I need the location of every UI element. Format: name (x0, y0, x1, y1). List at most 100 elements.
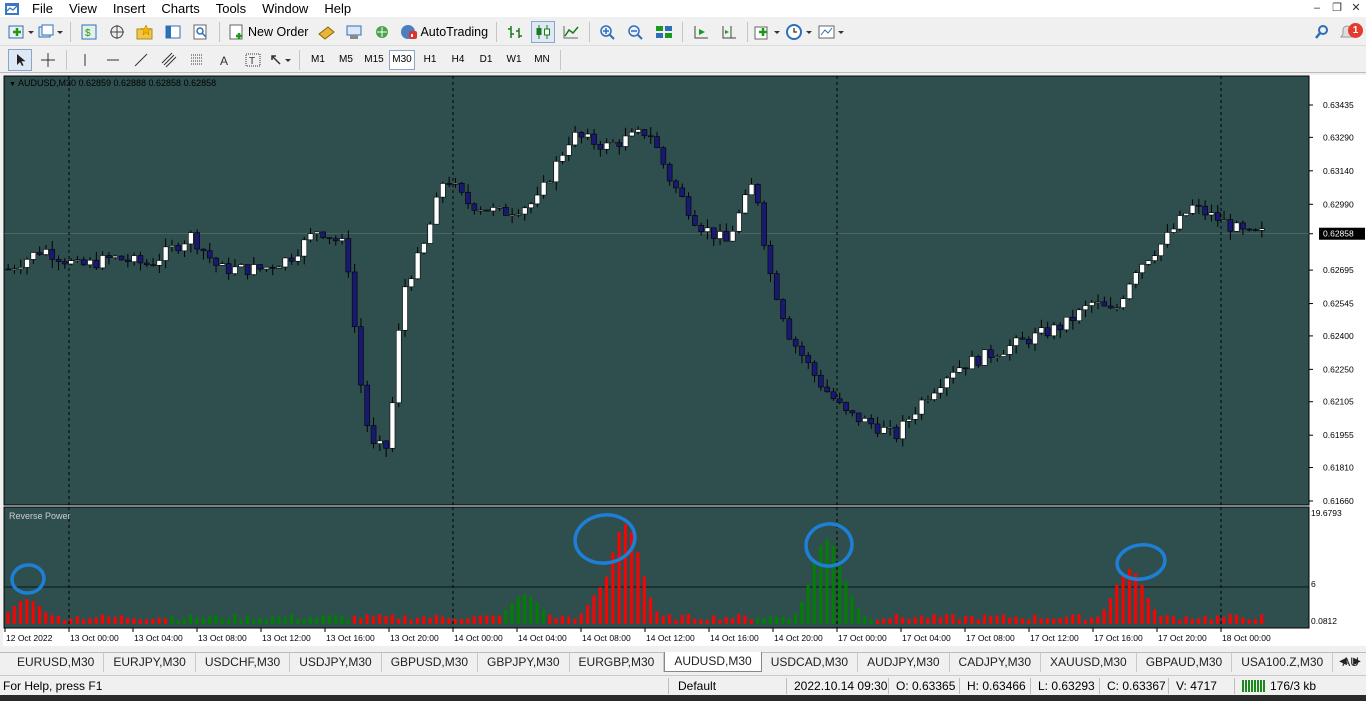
menu-window[interactable]: Window (256, 0, 318, 17)
tab-gbpjpy[interactable]: GBPJPY,M30 (478, 653, 570, 672)
trendline-button[interactable] (129, 49, 153, 71)
histogram-bar-red (1052, 618, 1056, 624)
vertical-line-button[interactable] (73, 49, 97, 71)
price-label: 0.62400 (1323, 331, 1354, 341)
histogram-bar-green (321, 615, 325, 624)
strategy-tester-button[interactable] (189, 21, 213, 43)
menu-view[interactable]: View (63, 0, 107, 17)
cursor-button[interactable] (8, 48, 32, 71)
autotrading-button[interactable]: AutoTrading (398, 21, 490, 43)
bull-candle (408, 278, 415, 288)
tab-gbpusd[interactable]: GBPUSD,M30 (382, 653, 479, 672)
bar-chart-button[interactable] (503, 21, 527, 43)
tab-usa100[interactable]: USA100.Z,M30 (1232, 653, 1334, 672)
chart-window[interactable]: 0.63435 0.63290 0.63140 0.62990 0.62858 0.626… (3, 75, 1366, 646)
menu-charts[interactable]: Charts (155, 0, 209, 17)
timeframe-h1[interactable]: H1 (417, 50, 443, 70)
fibonacci-button[interactable] (185, 49, 209, 71)
menu-insert[interactable]: Insert (107, 0, 156, 17)
tab-eurgbp[interactable]: EURGBP,M30 (570, 653, 665, 672)
zoom-in-button[interactable] (596, 21, 620, 43)
favorites-button[interactable] (133, 21, 157, 43)
line-chart-button[interactable] (559, 21, 583, 43)
bear-candle (225, 263, 232, 274)
tab-usdjpy[interactable]: USDJPY,M30 (290, 653, 382, 672)
collapse-arrow-icon[interactable]: ▼ (9, 81, 16, 88)
text-label-button[interactable]: T (241, 49, 265, 71)
timeframe-m1[interactable]: M1 (305, 50, 331, 70)
timeframe-mn[interactable]: MN (529, 50, 555, 70)
timeframe-h4[interactable]: H4 (445, 50, 471, 70)
menu-file[interactable]: File (26, 0, 63, 17)
tab-usdcad[interactable]: USDCAD,M30 (762, 653, 859, 672)
indicators-button[interactable] (754, 21, 782, 43)
market-watch-button[interactable]: $ (77, 21, 101, 43)
data-window-button[interactable] (161, 21, 185, 43)
arrows-button[interactable] (269, 49, 293, 71)
templates-button[interactable] (818, 21, 846, 43)
menu-tools[interactable]: Tools (210, 0, 256, 17)
equidistant-channel-button[interactable] (157, 49, 181, 71)
zoom-out-button[interactable] (624, 21, 648, 43)
bear-candle (206, 250, 213, 259)
chart-shift-button[interactable] (717, 21, 741, 43)
tab-eurjpy[interactable]: EURJPY,M30 (104, 653, 196, 672)
text-button[interactable]: A (213, 49, 237, 71)
profile-name[interactable]: Default (678, 679, 716, 693)
close-icon[interactable]: ✕ (1345, 0, 1366, 16)
tab-xauusd[interactable]: XAUUSD,M30 (1041, 653, 1137, 672)
candlestick-icon (536, 24, 551, 39)
candle-chart-button[interactable] (531, 20, 556, 43)
histogram-bar-red (1033, 614, 1037, 624)
tab-audusd[interactable]: AUDUSD,M30 (664, 652, 762, 672)
histogram-bar-green (327, 615, 331, 624)
timeframe-m5[interactable]: M5 (333, 50, 359, 70)
profiles-button[interactable] (38, 21, 64, 43)
bull-candle (238, 264, 245, 268)
auto-scroll-button[interactable] (689, 21, 713, 43)
indicator-plot-background (3, 506, 1310, 629)
histogram-bar-red (1222, 617, 1226, 624)
timeframe-m30[interactable]: M30 (389, 49, 415, 70)
new-order-label: New Order (248, 24, 309, 39)
histogram-bar-red (485, 615, 489, 624)
bull-candle (1189, 204, 1196, 214)
tab-usdchf[interactable]: USDCHF,M30 (196, 653, 291, 672)
tab-scroll-right-icon[interactable]: ▶ (1350, 652, 1364, 672)
tab-gbpaud[interactable]: GBPAUD,M30 (1137, 653, 1233, 672)
bull-candle (969, 356, 975, 370)
search-button[interactable] (1310, 21, 1334, 43)
tab-eurusd[interactable]: EURUSD,M30 (0, 653, 105, 672)
timeframe-d1[interactable]: D1 (473, 50, 499, 70)
tab-scroll-left-icon[interactable]: ◀ (1336, 652, 1350, 672)
periods-button[interactable] (786, 21, 814, 43)
time-label: 14 Oct 08:00 (582, 633, 631, 643)
price-chart[interactable]: 0.63435 0.63290 0.63140 0.62990 0.62858 0.626… (3, 75, 1366, 646)
new-order-button[interactable]: New Order (226, 21, 310, 43)
crosshair-button[interactable] (36, 49, 60, 71)
new-chart-button[interactable] (8, 21, 34, 43)
timeframe-m15[interactable]: M15 (361, 50, 387, 70)
tab-audjpy[interactable]: AUDJPY,M30 (858, 653, 950, 672)
horizontal-line-button[interactable] (101, 49, 125, 71)
bull-candle (729, 230, 736, 242)
crosshair-nav-button[interactable] (105, 21, 129, 43)
notifications-button[interactable]: 1 (1338, 21, 1363, 43)
time-label: 17 Oct 08:00 (966, 633, 1015, 643)
histogram-bar-green (208, 616, 212, 624)
tab-cadjpy[interactable]: CADJPY,M30 (950, 653, 1042, 672)
minimize-icon[interactable]: – (1306, 0, 1328, 16)
histogram-bar-red (699, 619, 703, 624)
timeframe-w1[interactable]: W1 (501, 50, 527, 70)
signals-button[interactable] (342, 21, 366, 43)
histogram-bar-red (749, 619, 753, 624)
time-label: 13 Oct 12:00 (262, 633, 311, 643)
tile-windows-icon (656, 25, 673, 38)
vps-button[interactable] (370, 21, 394, 43)
histogram-bar-red (1121, 573, 1125, 624)
time-label: 17 Oct 16:00 (1094, 633, 1143, 643)
metaeditor-button[interactable] (314, 21, 338, 43)
bear-candle (811, 362, 818, 376)
menu-help[interactable]: Help (318, 0, 361, 17)
tile-windows-button[interactable] (652, 21, 676, 43)
